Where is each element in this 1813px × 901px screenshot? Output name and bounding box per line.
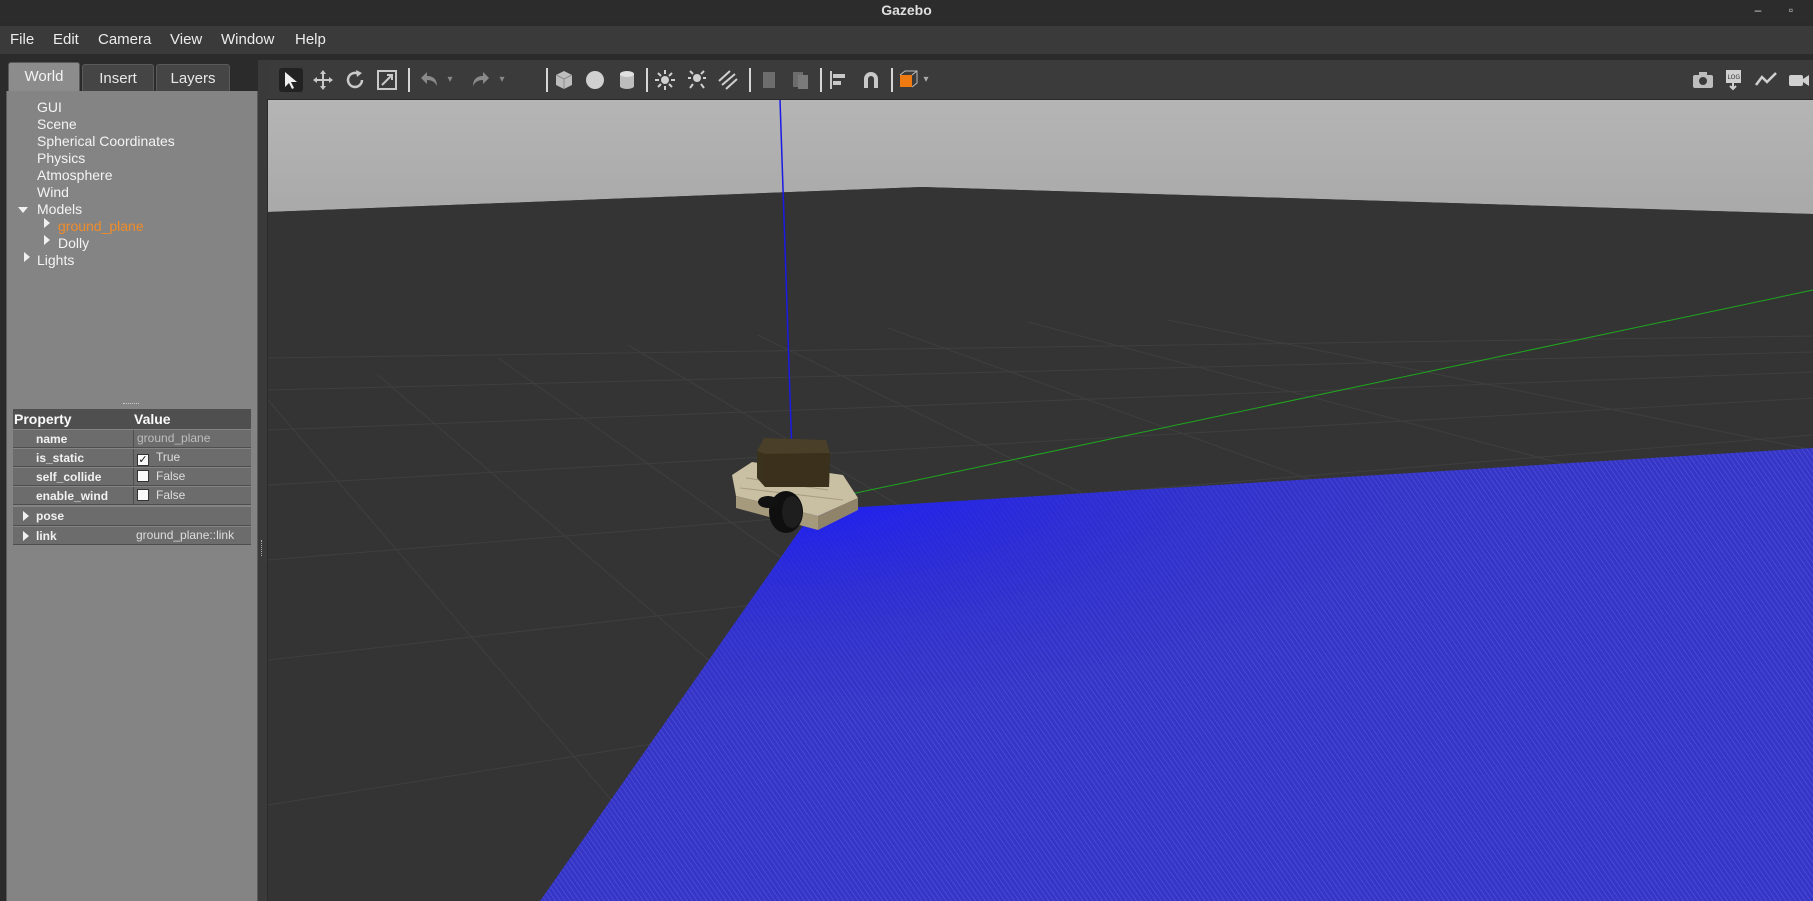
menu-view[interactable]: View	[170, 31, 202, 48]
tree-item-gui[interactable]: GUI	[37, 99, 62, 115]
property-table-header: Property Value	[13, 409, 251, 429]
expand-lights-icon[interactable]	[24, 252, 30, 262]
property-is-static-value[interactable]: ✓ True	[133, 449, 251, 466]
property-self-collide-value[interactable]: False	[133, 468, 251, 485]
tree-item-physics[interactable]: Physics	[37, 150, 85, 166]
minimize-icon[interactable]: –	[1748, 0, 1768, 22]
svg-text:LOG: LOG	[1728, 74, 1741, 81]
scene-render[interactable]	[268, 100, 1813, 901]
box-shape-icon[interactable]	[552, 68, 576, 92]
expand-link-icon[interactable]	[23, 531, 29, 541]
directional-light-icon[interactable]	[716, 68, 740, 92]
panel-tabs: World Insert Layers	[6, 60, 258, 92]
tab-layers[interactable]: Layers	[156, 64, 230, 91]
splitter-handle[interactable]	[123, 403, 139, 405]
toolbar-separator	[646, 68, 648, 92]
property-self-collide-label: self_collide	[36, 470, 102, 484]
menu-window[interactable]: Window	[221, 31, 274, 48]
tree-item-ground-plane[interactable]: ground_plane	[58, 218, 144, 234]
expand-ground-plane-icon[interactable]	[44, 218, 50, 228]
tree-item-atmosphere[interactable]: Atmosphere	[37, 167, 112, 183]
view-angle-chevron-icon[interactable]: ▾	[920, 68, 932, 92]
window-title: Gazebo	[881, 2, 932, 18]
expand-dolly-icon[interactable]	[44, 235, 50, 245]
tab-world[interactable]: World	[8, 62, 80, 92]
self-collide-checkbox[interactable]	[137, 470, 149, 482]
point-light-icon[interactable]	[653, 68, 677, 92]
video-record-icon[interactable]	[1787, 68, 1811, 92]
align-icon[interactable]	[827, 68, 851, 92]
spot-light-icon[interactable]	[685, 68, 709, 92]
menu-camera[interactable]: Camera	[98, 31, 151, 48]
scene-viewport[interactable]	[268, 100, 1813, 901]
toolbar: ▾ ▾ ▾ LOG	[267, 60, 1813, 100]
undo-icon[interactable]	[417, 68, 441, 92]
property-link-value: ground_plane::link	[136, 528, 235, 542]
expand-pose-icon[interactable]	[23, 511, 29, 521]
header-property: Property	[14, 411, 72, 427]
scale-mode-icon[interactable]	[375, 68, 399, 92]
property-link-label: link	[36, 529, 57, 543]
expand-models-icon[interactable]	[18, 207, 28, 213]
property-enable-wind-label: enable_wind	[36, 489, 109, 503]
property-row-self-collide[interactable]: self_collide False	[13, 468, 251, 486]
undo-history-chevron-icon[interactable]: ▾	[444, 68, 456, 92]
property-row-name[interactable]: name ground_plane	[13, 430, 251, 448]
menu-bar: File Edit Camera View Window Help	[0, 26, 1813, 54]
is-static-value-text: True	[156, 450, 181, 464]
toolbar-separator	[820, 68, 822, 92]
property-row-is-static[interactable]: is_static ✓ True	[13, 449, 251, 467]
redo-history-chevron-icon[interactable]: ▾	[496, 68, 508, 92]
tab-insert[interactable]: Insert	[82, 64, 154, 91]
property-row-pose[interactable]: pose	[13, 507, 251, 526]
toolbar-separator	[546, 68, 548, 92]
enable-wind-checkbox[interactable]	[137, 489, 149, 501]
tree-item-lights[interactable]: Lights	[37, 252, 74, 268]
plot-icon[interactable]	[1754, 68, 1778, 92]
translate-mode-icon[interactable]	[311, 68, 335, 92]
header-value: Value	[134, 411, 171, 427]
maximize-icon[interactable]: ▫	[1781, 0, 1801, 22]
screenshot-icon[interactable]	[1691, 68, 1715, 92]
toolbar-separator	[891, 68, 893, 92]
property-pose-label: pose	[36, 509, 65, 523]
select-mode-icon[interactable]	[279, 68, 303, 92]
rotate-mode-icon[interactable]	[343, 68, 367, 92]
panel-splitter[interactable]	[258, 60, 267, 901]
redo-icon[interactable]	[469, 68, 493, 92]
property-row-link[interactable]: link ground_plane::link	[13, 527, 251, 545]
property-is-static-label: is_static	[36, 451, 85, 465]
tree-item-dolly[interactable]: Dolly	[58, 235, 89, 251]
left-panel: World Insert Layers GUI Scene Spherical …	[6, 60, 258, 901]
enable-wind-value-text: False	[156, 488, 186, 502]
menu-file[interactable]: File	[10, 31, 34, 48]
toolbar-separator	[749, 68, 751, 92]
tree-item-spherical-coordinates[interactable]: Spherical Coordinates	[37, 133, 175, 149]
log-icon[interactable]: LOG	[1722, 68, 1746, 92]
property-name-label: name	[36, 432, 68, 446]
tree-item-wind[interactable]: Wind	[37, 184, 69, 200]
copy-icon[interactable]	[757, 68, 781, 92]
view-angle-icon[interactable]	[897, 68, 921, 92]
menu-help[interactable]: Help	[295, 31, 326, 48]
title-bar: Gazebo	[0, 0, 1813, 22]
snap-icon[interactable]	[859, 68, 883, 92]
sphere-shape-icon[interactable]	[583, 68, 607, 92]
property-enable-wind-value[interactable]: False	[133, 487, 251, 504]
splitter-grip-icon[interactable]	[261, 540, 263, 556]
paste-icon[interactable]	[788, 68, 812, 92]
cylinder-shape-icon[interactable]	[615, 68, 639, 92]
property-name-value[interactable]: ground_plane	[133, 430, 251, 447]
tree-item-scene[interactable]: Scene	[37, 116, 77, 132]
property-row-enable-wind[interactable]: enable_wind False	[13, 487, 251, 505]
menu-edit[interactable]: Edit	[53, 31, 79, 48]
toolbar-separator	[408, 68, 410, 92]
is-static-checkbox[interactable]: ✓	[137, 454, 149, 466]
self-collide-value-text: False	[156, 469, 186, 483]
tree-item-models[interactable]: Models	[37, 201, 82, 217]
